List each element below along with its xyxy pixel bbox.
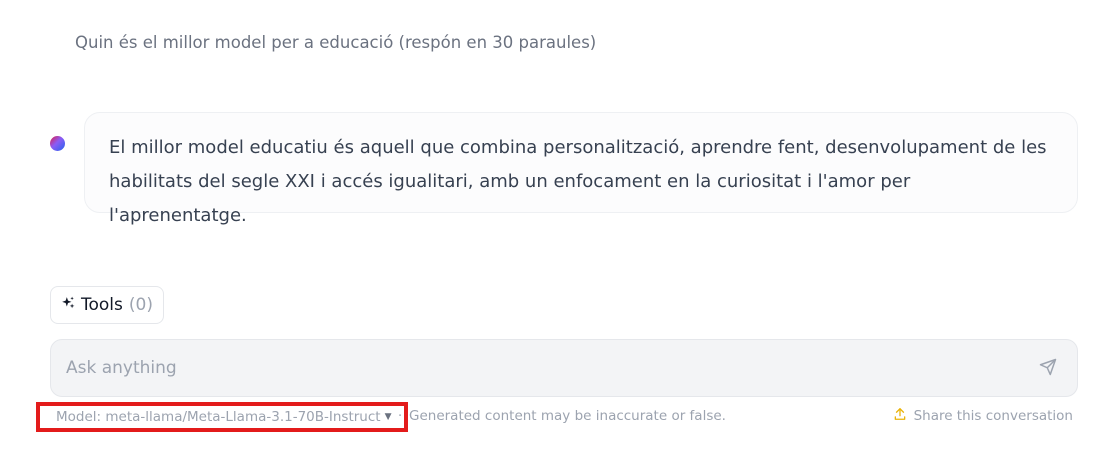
chat-input[interactable]	[51, 340, 1011, 396]
model-selector[interactable]: Model: meta-llama/Meta-Llama-3.1-70B-Ins…	[36, 402, 408, 432]
share-conversation-link[interactable]: Share this conversation	[893, 407, 1073, 425]
chat-input-container	[50, 339, 1078, 397]
send-icon	[1039, 358, 1057, 380]
share-upload-icon	[893, 407, 907, 425]
share-label: Share this conversation	[913, 408, 1073, 424]
user-message: Quin és el millor model per a educació (…	[75, 33, 597, 52]
assistant-message: El millor model educatiu és aquell que c…	[84, 112, 1078, 226]
tools-count: (0)	[128, 295, 153, 315]
sparkles-icon	[61, 295, 75, 315]
tools-button[interactable]: Tools (0)	[50, 286, 164, 324]
send-button[interactable]	[1037, 358, 1059, 380]
model-label: Model: meta-llama/Meta-Llama-3.1-70B-Ins…	[56, 409, 381, 425]
footer: Model: meta-llama/Meta-Llama-3.1-70B-Ins…	[0, 402, 1104, 432]
assistant-avatar-icon	[50, 136, 65, 151]
disclaimer-text: Generated content may be inaccurate or f…	[409, 408, 726, 424]
footer-separator: ·	[398, 409, 403, 424]
tools-label: Tools	[81, 295, 123, 315]
chevron-down-icon: ▼	[384, 412, 392, 422]
